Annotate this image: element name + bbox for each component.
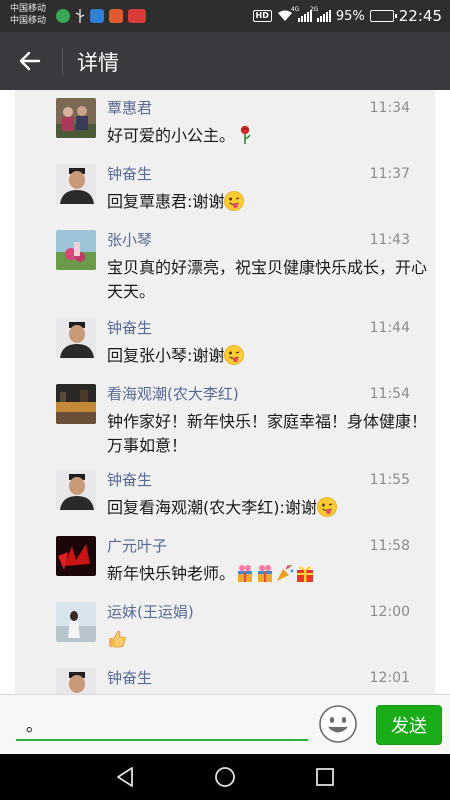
hd-badge: HD [252,10,272,22]
comment-text: 回复覃惠君:谢谢 [107,190,427,214]
comment-text: 宝贝真的好漂亮，祝宝贝健康快乐成长，开心天天。 [107,258,428,301]
title-bar: 详情 [0,32,450,90]
send-button[interactable]: 发送 [376,705,442,745]
wink-tongue-emoji [224,345,245,365]
comment-time: 12:01 [369,670,410,686]
carrier-1: 中国移动 [10,4,47,14]
comment-time: 11:37 [369,166,410,182]
commenter-name[interactable]: 广元叶子 [107,536,167,556]
app-notification-icon [90,9,104,23]
signal-icon-2: 2G [310,6,331,22]
back-button[interactable] [10,41,50,81]
comment-text: 好可爱的小公主。 [107,124,427,148]
avatar[interactable] [56,470,96,510]
carrier-labels: 中国移动 中国移动 [10,3,46,27]
avatar[interactable] [56,164,96,204]
comment-text-content: 回复覃惠君:谢谢 [107,192,225,211]
comment-text: 钟作家好！新年快乐！家庭幸福！身体健康！万事如意！ [107,412,428,455]
status-bar: 中国移动 中国移动 HD 4G 2G 95% 22:45 [0,0,450,32]
back-arrow-icon [19,51,41,71]
comment-text: 回复张小琴:谢谢 [107,344,427,368]
comment-text: 回复看海观潮(农大李红):谢谢 [107,496,427,520]
nav-back-icon[interactable] [113,765,137,789]
notification-icons [56,8,146,24]
emoji-button[interactable] [318,704,358,744]
title-divider [62,48,63,74]
comment-time: 12:00 [369,604,410,620]
comment-list: 覃惠君 11:34 好可爱的小公主。 钟奋生 11:37 回复覃惠君:谢谢 张小… [15,90,435,694]
clock: 22:45 [398,7,442,25]
commenter-name[interactable]: 钟奋生 [107,668,152,688]
nav-recents-icon[interactable] [313,765,337,789]
thumbs-up-emoji [109,630,126,648]
battery-icon [369,10,397,22]
commenter-name[interactable]: 钟奋生 [107,164,152,184]
avatar[interactable] [56,602,96,642]
carrier-2: 中国移动 [10,16,47,26]
system-nav-bar [0,754,450,800]
avatar[interactable] [56,230,96,270]
comment-text-content: 好可爱的小公主。 [107,126,236,145]
comment-time: 11:44 [369,320,410,336]
avatar[interactable] [56,384,96,424]
comment-text [107,628,427,652]
present-emoji [297,566,314,582]
party-popper-emoji [277,564,294,581]
comment-time: 11:55 [369,472,410,488]
comment-time: 11:54 [369,386,410,402]
comment-time: 11:34 [369,100,410,116]
comment-input-bar: 发送 [0,694,450,754]
usb-icon [75,9,85,23]
avatar[interactable] [56,536,96,576]
gift-emoji [258,565,273,582]
commenter-name[interactable]: 钟奋生 [107,470,152,490]
page-title: 详情 [77,51,119,75]
nav-home-icon[interactable] [213,765,237,789]
comment-input[interactable] [16,707,308,741]
comment-text-content: 新年快乐钟老师。 [107,564,236,583]
smiley-face-icon [319,705,357,743]
rose-emoji [240,125,251,144]
commenter-name[interactable]: 钟奋生 [107,318,152,338]
battery-percent: 95% [335,8,365,24]
commenter-name[interactable]: 看海观潮(农大李红) [107,384,239,404]
comment-time: 11:43 [369,232,410,248]
avatar[interactable] [56,318,96,358]
gift-emoji [238,565,253,582]
video-notification-icon [109,9,123,23]
comment-text-content: 回复张小琴:谢谢 [107,346,225,365]
commenter-name[interactable]: 运妹(王运娟) [107,602,194,622]
comment-list-scroll[interactable]: 覃惠君 11:34 好可爱的小公主。 钟奋生 11:37 回复覃惠君:谢谢 张小… [0,90,450,694]
commenter-name[interactable]: 张小琴 [107,230,152,250]
avatar[interactable] [56,98,96,138]
wink-tongue-emoji [224,191,245,211]
avatar[interactable] [56,668,96,694]
comment-text: 新年快乐钟老师。 [107,562,427,586]
wink-tongue-emoji [316,497,337,517]
news-notification-icon [128,9,146,23]
commenter-name[interactable]: 覃惠君 [107,98,152,118]
comment-time: 11:58 [369,538,410,554]
comment-text-content: 回复看海观潮(农大李红):谢谢 [107,498,317,517]
globe-notification-icon [56,9,70,23]
status-right: HD 4G 2G 95% 22:45 [252,0,442,32]
